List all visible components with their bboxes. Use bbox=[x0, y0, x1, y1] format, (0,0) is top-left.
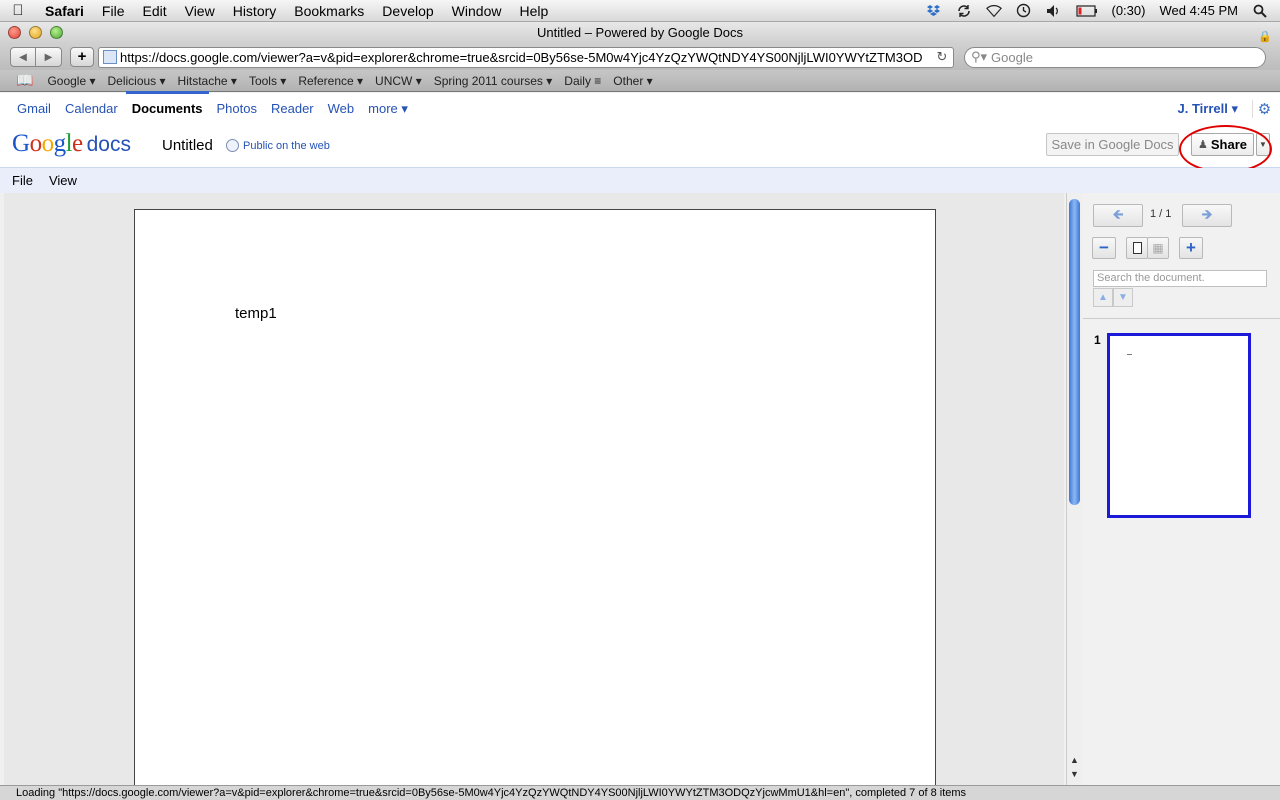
next-page-button[interactable]: 🡺 bbox=[1182, 204, 1232, 227]
zoom-window-button[interactable] bbox=[50, 26, 63, 39]
search-document-input[interactable]: Search the document. bbox=[1093, 270, 1267, 287]
add-bookmark-button[interactable]: + bbox=[70, 47, 94, 67]
previous-page-button[interactable]: 🡸 bbox=[1093, 204, 1143, 227]
share-button[interactable]: ♟ Share bbox=[1191, 133, 1254, 156]
bookmark-delicious[interactable]: Delicious ▾ bbox=[108, 74, 166, 88]
viewer-menu-view[interactable]: View bbox=[49, 173, 77, 188]
menu-help[interactable]: Help bbox=[510, 3, 557, 19]
person-icon: ♟ bbox=[1197, 139, 1208, 151]
menu-view[interactable]: View bbox=[176, 3, 224, 19]
wifi-icon[interactable] bbox=[985, 4, 1002, 18]
menu-edit[interactable]: Edit bbox=[133, 3, 175, 19]
page-indicator: 1 / 1 bbox=[1150, 208, 1172, 220]
zoom-out-button[interactable]: − bbox=[1092, 237, 1116, 259]
gbar-link-more[interactable]: more ▾ bbox=[368, 101, 408, 117]
search-field[interactable]: ⚲▾ Google bbox=[964, 46, 1266, 68]
gbar-link-calendar[interactable]: Calendar bbox=[65, 101, 118, 116]
zoom-in-button[interactable]: + bbox=[1179, 237, 1203, 259]
thumbnail-text-mark bbox=[1127, 354, 1132, 355]
grid-view-button[interactable]: ▦ bbox=[1147, 237, 1169, 259]
document-body-text: temp1 bbox=[235, 305, 277, 322]
google-docs-logo[interactable]: Google docs bbox=[12, 130, 131, 158]
menu-file[interactable]: File bbox=[93, 3, 134, 19]
gbar-link-reader[interactable]: Reader bbox=[271, 101, 314, 116]
page-thumbnail[interactable] bbox=[1107, 333, 1251, 518]
single-page-icon bbox=[1132, 242, 1142, 254]
bookmark-tools[interactable]: Tools ▾ bbox=[249, 74, 286, 88]
scrollbar-thumb[interactable] bbox=[1069, 199, 1080, 505]
battery-icon[interactable] bbox=[1075, 4, 1098, 18]
gbar-link-gmail[interactable]: Gmail bbox=[17, 101, 51, 116]
menu-history[interactable]: History bbox=[224, 3, 286, 19]
menu-clock[interactable]: Wed 4:45 PM bbox=[1159, 3, 1238, 18]
scroll-up-arrow-icon[interactable]: ▲ bbox=[1070, 755, 1079, 765]
single-page-view-button[interactable] bbox=[1126, 237, 1148, 259]
back-button[interactable]: ◀ bbox=[10, 47, 36, 67]
visibility-link[interactable]: Public on the web bbox=[226, 139, 330, 152]
open-book-icon[interactable]: 📖 bbox=[16, 72, 33, 89]
status-bar: Loading "https://docs.google.com/viewer?… bbox=[0, 785, 1280, 800]
save-in-google-docs-button[interactable]: Save in Google Docs bbox=[1046, 133, 1179, 156]
minimize-window-button[interactable] bbox=[29, 26, 42, 39]
battery-time: (0:30) bbox=[1111, 3, 1146, 18]
app-menu-safari[interactable]: Safari bbox=[36, 3, 93, 19]
time-machine-icon[interactable] bbox=[1016, 3, 1032, 18]
bookmark-reference[interactable]: Reference ▾ bbox=[298, 74, 363, 88]
gbar-link-photos[interactable]: Photos bbox=[217, 101, 257, 116]
user-account-menu[interactable]: J. Tirrell ▾ bbox=[1178, 101, 1238, 117]
scroll-down-arrow-icon[interactable]: ▼ bbox=[1070, 769, 1079, 779]
search-icon: ⚲▾ bbox=[971, 49, 988, 64]
reload-icon[interactable]: ↻ bbox=[931, 49, 953, 65]
address-bar[interactable]: https://docs.google.com/viewer?a=v&pid=e… bbox=[98, 46, 954, 68]
thumbnail-page-number: 1 bbox=[1094, 333, 1101, 347]
bookmark-daily[interactable]: Daily ≡ bbox=[564, 74, 601, 88]
search-placeholder: Google bbox=[991, 49, 1033, 65]
site-favicon-icon bbox=[103, 50, 117, 64]
gbar-link-documents[interactable]: Documents bbox=[125, 91, 209, 116]
document-page: temp1 bbox=[134, 209, 936, 785]
menu-bookmarks[interactable]: Bookmarks bbox=[285, 3, 373, 19]
bookmark-uncw[interactable]: UNCW ▾ bbox=[375, 74, 422, 88]
volume-icon[interactable] bbox=[1046, 4, 1062, 18]
sync-icon[interactable] bbox=[956, 4, 972, 18]
gear-icon[interactable]: ⚙ bbox=[1252, 100, 1271, 118]
window-title-bar: Untitled – Powered by Google Docs 🔒 bbox=[0, 22, 1280, 44]
globe-icon bbox=[226, 139, 239, 152]
browser-toolbar: ◀ ▶ + https://docs.google.com/viewer?a=v… bbox=[0, 44, 1280, 70]
side-panel-divider bbox=[1083, 318, 1280, 319]
menu-develop[interactable]: Develop bbox=[373, 3, 442, 19]
viewer-menu-bar: File View bbox=[0, 168, 1280, 193]
close-window-button[interactable] bbox=[8, 26, 21, 39]
viewer-menu-file[interactable]: File bbox=[12, 173, 33, 188]
bookmarks-bar: 📖 Google ▾ Delicious ▾ Hitstache ▾ Tools… bbox=[0, 70, 1280, 92]
document-title: Untitled bbox=[162, 137, 213, 154]
docs-header: Google docs Untitled Public on the web Sa… bbox=[0, 124, 1280, 168]
bookmark-hitstache[interactable]: Hitstache ▾ bbox=[178, 74, 237, 88]
search-previous-icon[interactable]: ▲ bbox=[1093, 288, 1113, 307]
search-next-icon[interactable]: ▼ bbox=[1113, 288, 1133, 307]
bookmark-other[interactable]: Other ▾ bbox=[613, 74, 652, 88]
spotlight-search-icon[interactable] bbox=[1252, 4, 1268, 18]
viewer-side-panel: 🡸 1 / 1 🡺 − ▦ + Search the document. ▲ ▼… bbox=[1083, 193, 1280, 785]
apple-menu-icon[interactable]:  bbox=[0, 2, 36, 19]
viewer-scrollbar[interactable]: ▲ ▼ bbox=[1066, 193, 1082, 785]
document-viewer[interactable]: temp1 bbox=[4, 193, 1064, 785]
menu-window[interactable]: Window bbox=[443, 3, 511, 19]
mac-menu-bar:  Safari File Edit View History Bookmark… bbox=[0, 0, 1280, 22]
window-title: Untitled – Powered by Google Docs bbox=[537, 25, 743, 40]
bookmark-google[interactable]: Google ▾ bbox=[47, 74, 95, 88]
dropbox-icon[interactable] bbox=[926, 4, 942, 18]
bookmark-spring-2011-courses[interactable]: Spring 2011 courses ▾ bbox=[434, 74, 553, 88]
gbar-link-web[interactable]: Web bbox=[328, 101, 355, 116]
forward-button[interactable]: ▶ bbox=[36, 47, 62, 67]
url-text[interactable]: https://docs.google.com/viewer?a=v&pid=e… bbox=[120, 50, 931, 65]
google-nav-bar: Gmail Calendar Documents Photos Reader W… bbox=[0, 91, 1280, 124]
share-dropdown-button[interactable]: ▼ bbox=[1256, 133, 1270, 156]
